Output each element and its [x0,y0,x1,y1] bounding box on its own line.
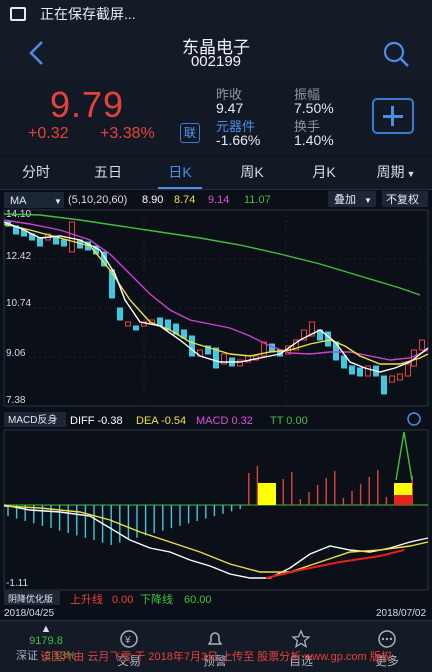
start-date: 2018/04/25 [4,608,54,619]
bell-icon [207,632,223,645]
tab-daily-k[interactable]: 日K [144,156,216,189]
adjust-label: 不复权 [386,192,419,206]
down-line-label: 下降线 [140,592,173,606]
index-value: 9179.8 [29,635,63,647]
candle [381,375,387,395]
candle [125,321,131,327]
add-watchlist-button[interactable] [372,98,414,134]
candle [69,221,75,253]
price-change-pct: +3.38% [100,125,155,142]
candle [189,335,195,357]
y-tick-bottom: 7.38 [6,395,26,406]
trade-icon: ¥ [120,630,138,648]
tab-monthly-k[interactable]: 月K [288,156,360,189]
candle [341,355,347,369]
signal-spike [395,431,413,481]
turnover-value: 1.40% [294,132,334,148]
tt-value: TT 0.00 [270,415,308,427]
prev-close-value: 9.47 [216,100,244,116]
tab-intraday[interactable]: 分时 [0,156,72,189]
more-icon [378,630,396,648]
signal-block [394,483,412,495]
kline-chart[interactable]: MA ▼ (5,10,20,60) 8.90 8.74 9.14 11.07 叠… [0,190,432,620]
refresh-icon[interactable] [407,412,421,426]
candle [117,307,123,321]
current-price: 9.79 [50,84,125,125]
ma5-value: 8.90 [142,194,163,206]
status-bar: 正在保存截屏... [0,0,432,28]
ma60-value: 11.07 [244,194,271,206]
ma20-value: 9.14 [208,194,229,206]
candle [365,365,371,377]
amplitude-value: 7.50% [294,100,334,116]
status-text: 正在保存截屏... [40,6,136,22]
tab-five-day[interactable]: 五日 [72,156,144,189]
trend-line [265,549,405,579]
overlay-caret-icon: ▼ [364,196,372,205]
up-line-label: 上升线 [70,592,103,606]
end-date: 2018/07/02 [376,608,426,619]
screenshot-icon [10,7,26,21]
tab-weekly-k[interactable]: 周K [216,156,288,189]
dea-value: DEA -0.54 [136,415,186,427]
quote-panel: 9.79 +0.32 +3.38% 联 昨收 9.47 元器件 -1.66% 振… [0,78,432,154]
macd-label: MACD反身 [8,413,57,426]
candle [349,365,355,375]
signal-block [258,483,276,505]
candle [357,367,363,377]
candle [133,325,139,331]
chevron-down-icon: ▼ [54,197,62,206]
signal-block [394,495,412,505]
bottom-nav: ▲ 9179.8 深证 -2.13% ¥ 交易 预警 自选 更多 [0,620,432,672]
candle [405,363,411,377]
macd-value: MACD 0.32 [196,415,253,427]
y-tick-3: 10.74 [6,298,31,309]
ma-params: (5,10,20,60) [68,194,127,206]
candle [37,237,43,247]
candle [419,339,425,351]
period-tabs: 分时 五日 日K 周K 月K 周期 ▼ [0,156,432,190]
search-icon[interactable] [382,40,410,68]
y-tick-2: 12.42 [6,251,31,262]
svg-text:¥: ¥ [124,635,131,646]
y-tick-4: 9.06 [6,348,26,359]
candle [325,331,331,347]
diff-value: DIFF -0.38 [70,415,123,427]
link-badge[interactable]: 联 [180,123,200,143]
price-change: +0.32 [28,125,69,142]
ma10-line [3,223,429,365]
ma-label: MA [10,195,27,207]
ma60-line [3,213,421,296]
candle [397,373,403,381]
indicator-label: 阴降优化版 [8,593,53,604]
caret-up-icon: ▲ [40,623,52,635]
header: 东晶电子 002199 [0,28,432,78]
watermark: 该图片由 云月飞雪 于 2018年7月3日 上传至 股票分析 www.gp.co… [40,651,392,663]
down-line-value: 60.00 [184,594,212,606]
tab-period[interactable]: 周期 ▼ [360,156,432,189]
candle [61,239,67,247]
up-line-value: 0.00 [112,594,133,606]
overlay-label: 叠加 [334,193,356,206]
ma10-value: 8.74 [174,194,195,206]
stock-code: 002199 [190,53,242,70]
candle [389,375,395,383]
candle [237,359,243,367]
sector-pct: -1.66% [216,132,261,148]
macd-min: -1.11 [6,578,28,589]
star-icon [291,629,311,649]
